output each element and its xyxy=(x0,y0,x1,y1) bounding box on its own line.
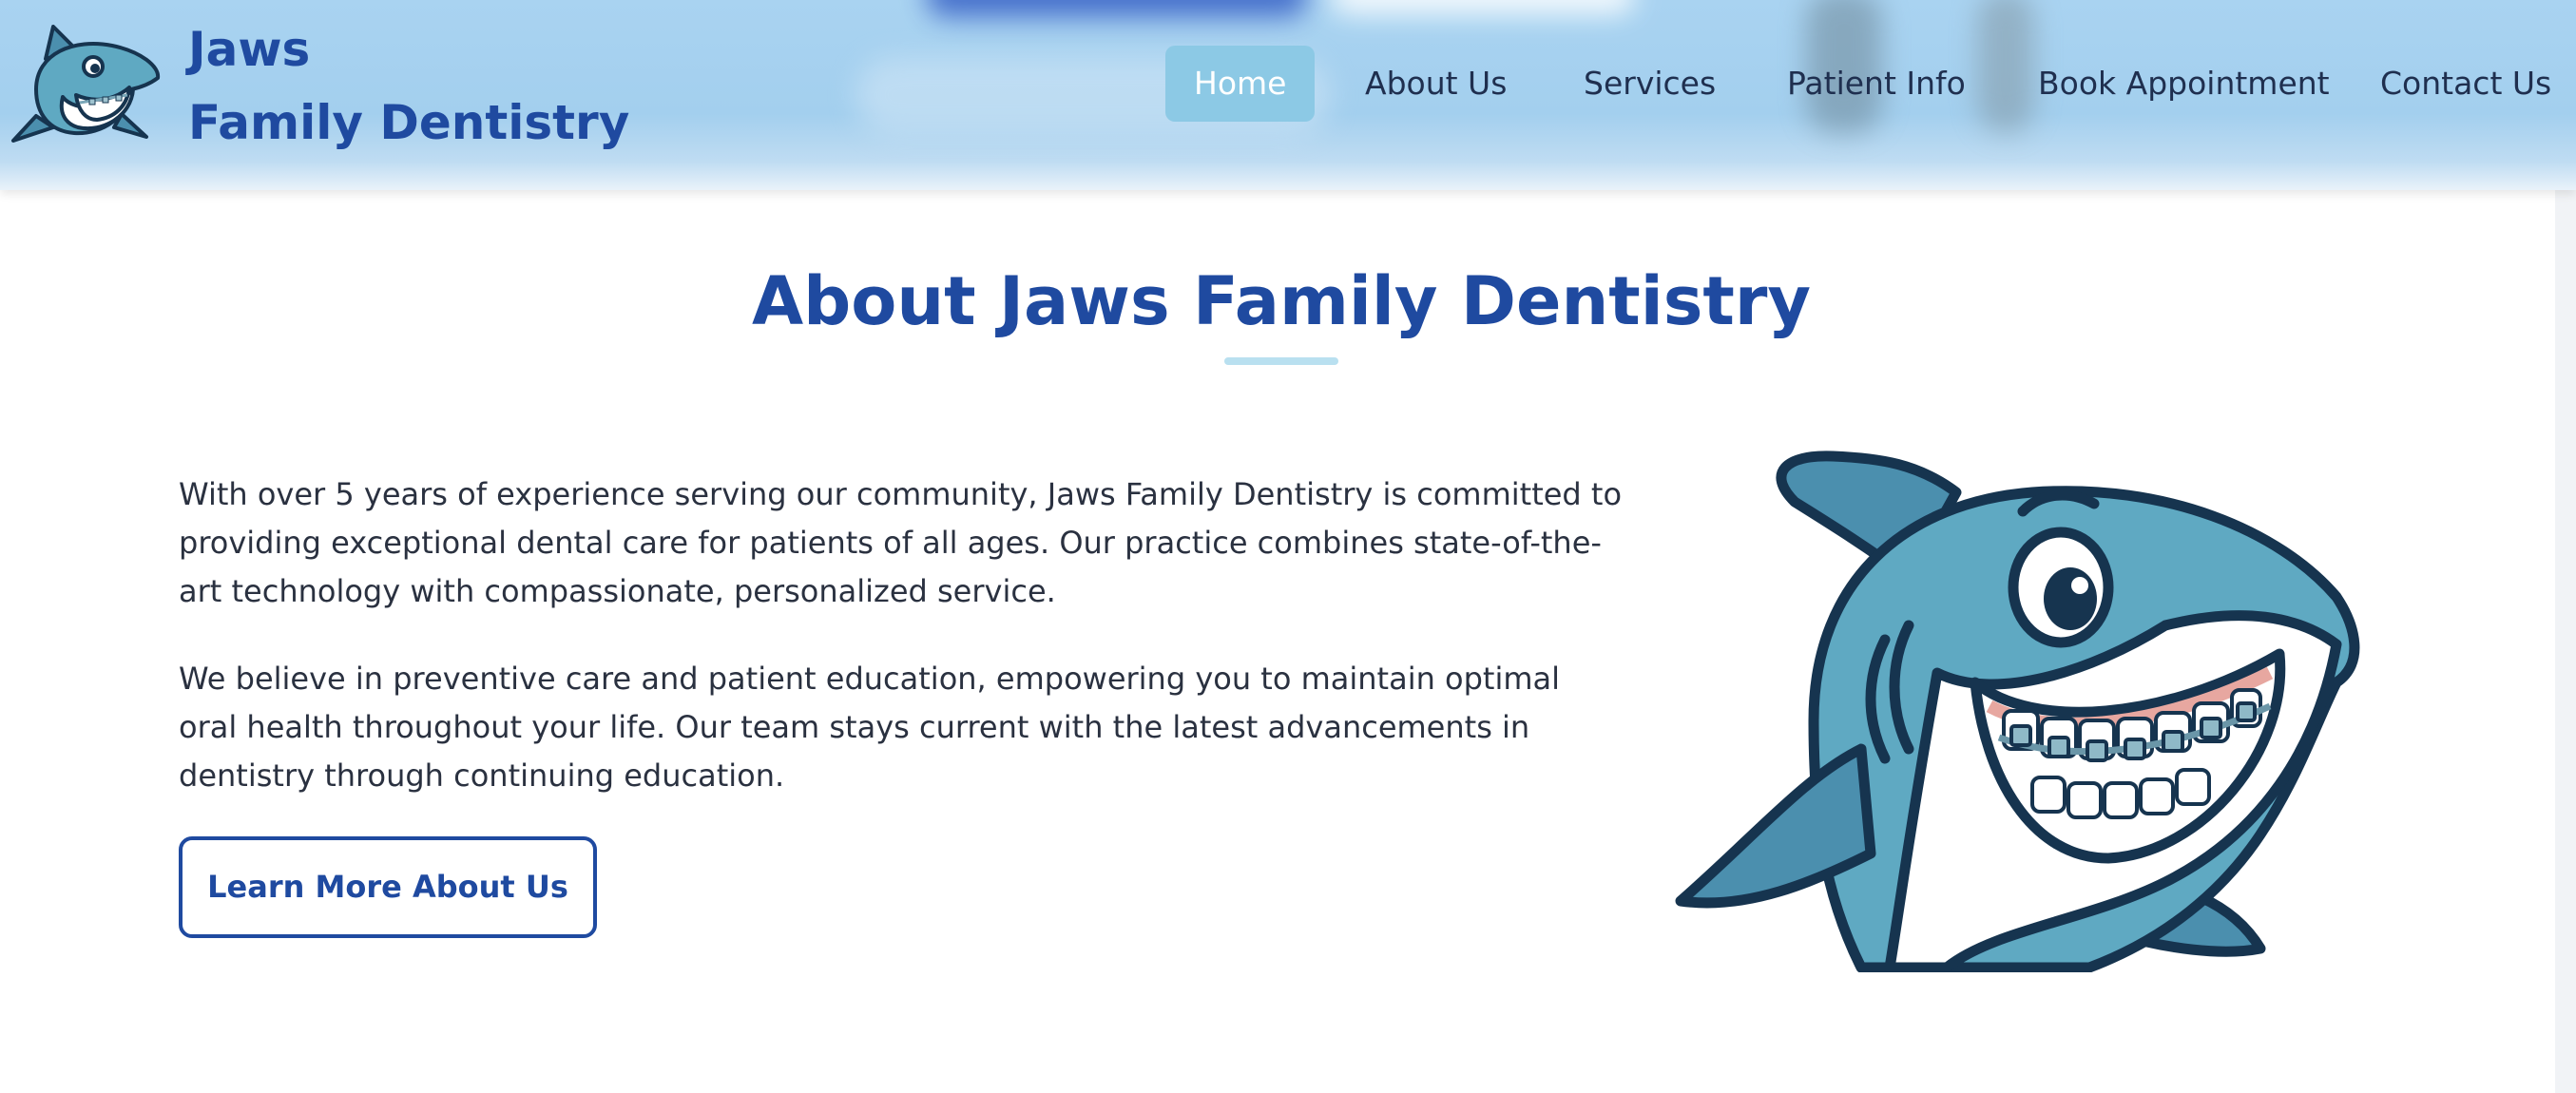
nav-item-contact-us[interactable]: Contact Us xyxy=(2380,46,2551,122)
header-background-blur xyxy=(1331,0,1635,14)
about-paragraph-1: With over 5 years of experience serving … xyxy=(179,476,1623,609)
nav-item-book-appointment[interactable]: Book Appointment xyxy=(2038,46,2330,122)
nav-item-home[interactable]: Home xyxy=(1165,46,1316,122)
section-title: About Jaws Family Dentistry xyxy=(751,262,1812,340)
header-background-blur xyxy=(1977,0,2034,133)
nav-item-about-us[interactable]: About Us xyxy=(1365,46,1507,122)
nav-item-services[interactable]: Services xyxy=(1584,46,1716,122)
page-edge xyxy=(2555,190,2576,1093)
header-background-blur xyxy=(927,0,1307,17)
page: Jaws Family Dentistry Home About Us Serv… xyxy=(0,0,2576,1093)
brand-name[interactable]: Jaws Family Dentistry xyxy=(188,13,629,160)
site-header: Jaws Family Dentistry Home About Us Serv… xyxy=(0,0,2576,190)
brand-line-2: Family Dentistry xyxy=(188,95,630,150)
shark-mascot-illustration xyxy=(1675,451,2360,972)
brand-line-1: Jaws xyxy=(188,22,311,77)
nav-item-patient-info[interactable]: Patient Info xyxy=(1787,46,1966,122)
title-underline xyxy=(1224,357,1338,365)
about-section: About Jaws Family Dentistry With over 5 … xyxy=(8,190,2555,1093)
shark-logo-icon[interactable] xyxy=(8,21,162,144)
learn-more-button[interactable]: Learn More About Us xyxy=(179,836,597,938)
about-paragraph-2: We believe in preventive care and patien… xyxy=(179,661,1561,794)
